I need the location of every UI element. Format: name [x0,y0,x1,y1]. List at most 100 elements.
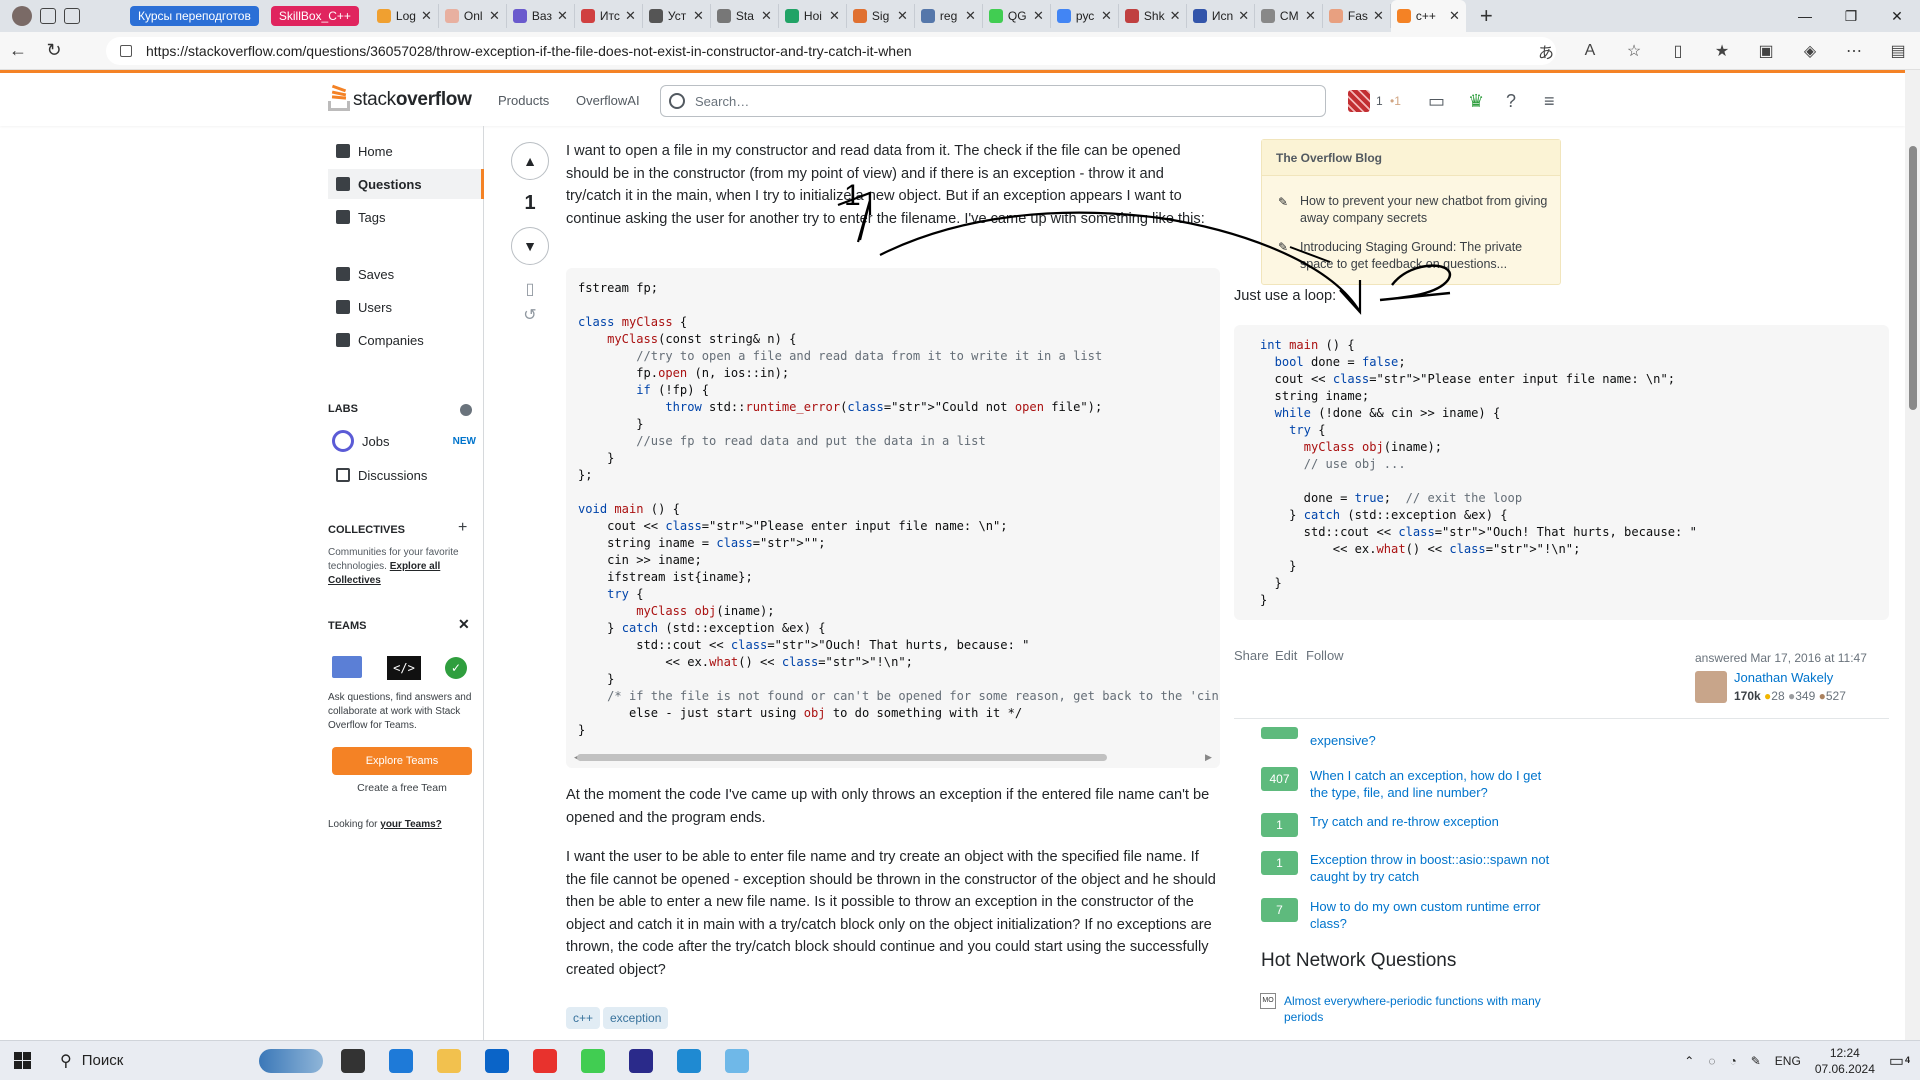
taskbar-app-app[interactable] [617,1041,665,1080]
taskbar-app-edge[interactable] [377,1041,425,1080]
taskbar-app-notepad[interactable] [713,1041,761,1080]
related-title[interactable]: How to do my own custom runtime error cl… [1310,898,1561,932]
close-tab-icon[interactable]: ✕ [489,8,500,24]
help-icon[interactable]: ? [1506,91,1516,112]
close-window-button[interactable]: ✕ [1874,0,1920,32]
tab-group-courses[interactable]: Курсы переподготов [130,6,259,26]
close-tab-icon[interactable]: ✕ [1373,8,1384,24]
user-avatar[interactable] [1348,90,1370,112]
url-field[interactable]: https://stackoverflow.com/questions/3605… [106,37,1556,65]
browser-tab[interactable]: Log ✕ [371,4,439,28]
follow-link[interactable]: Follow [1306,648,1344,663]
browser-tab[interactable]: Fas ✕ [1323,4,1391,28]
bookmark-icon[interactable]: ▯ [510,279,550,299]
sidebar-item-questions[interactable]: Questions [328,169,484,199]
close-tab-icon[interactable]: ✕ [761,8,772,24]
answer-code-block[interactable]: int main () { bool done = false; cout <<… [1234,325,1889,620]
lock-icon[interactable] [120,45,132,57]
language-indicator[interactable]: ENG [1775,1054,1801,1068]
close-tab-icon[interactable]: ✕ [1033,8,1044,24]
browser-tab[interactable]: Sig ✕ [847,4,915,28]
code-scrollbar[interactable] [577,754,1107,761]
search-input[interactable]: Search… [660,85,1326,117]
pen-icon[interactable]: ✎ [1751,1054,1761,1068]
network-icon[interactable]: ◌ [1708,1054,1715,1068]
taskbar-app-explorer[interactable] [425,1041,473,1080]
close-tab-icon[interactable]: ✕ [557,8,568,24]
related-title[interactable]: Try catch and re-throw exception [1310,813,1499,837]
browser-tab[interactable]: Итс ✕ [575,4,643,28]
close-tab-icon[interactable]: ✕ [625,8,636,24]
taskbar-app-task-view[interactable] [329,1041,377,1080]
restore-button[interactable]: ❐ [1828,0,1874,32]
wifi-icon[interactable]: ◔ [1729,1054,1736,1068]
read-aloud-icon[interactable]: A [1568,42,1612,60]
collections-icon[interactable]: ▣ [1744,41,1788,61]
history-icon[interactable]: ↺ [510,305,550,325]
answerer-avatar[interactable] [1695,671,1727,703]
add-collective-icon[interactable]: + [458,519,467,537]
sidebar-item-home[interactable]: Home [328,136,484,166]
blog-item[interactable]: Introducing Staging Ground: The private … [1300,239,1550,273]
refresh-icon[interactable]: ↻ [36,40,72,61]
related-item[interactable]: 7 How to do my own custom runtime error c… [1261,898,1561,932]
browser-tab[interactable]: Ноі ✕ [779,4,847,28]
related-item[interactable]: 1 Try catch and re-throw exception [1261,813,1561,837]
start-button[interactable] [0,1041,44,1080]
related-item[interactable]: expensive? [1261,727,1561,749]
stackoverflow-logo[interactable]: stackoverflow [328,84,472,111]
question-code-block[interactable]: fstream fp; class myClass { myClass(cons… [566,268,1220,768]
achievements-icon[interactable]: ♛ [1468,91,1484,112]
page-scrollbar[interactable] [1905,70,1920,1040]
clock[interactable]: 12:24 07.06.2024 [1815,1045,1875,1077]
tag-cpp[interactable]: c++ [566,1007,601,1029]
close-teams-icon[interactable]: ✕ [458,616,470,633]
close-tab-icon[interactable]: ✕ [421,8,432,24]
sidebar-item-companies[interactable]: Companies [328,325,484,355]
workspaces-icon[interactable] [40,8,56,24]
browser-tab[interactable]: Уст ✕ [643,4,711,28]
browser-tab[interactable]: Onl ✕ [439,4,507,28]
taskbar-app-mail[interactable] [473,1041,521,1080]
create-team-link[interactable]: Create a free Team [332,782,472,794]
browser-tab[interactable]: reg ✕ [915,4,983,28]
back-icon[interactable]: ← [0,40,36,61]
sidebar-item-jobs[interactable]: Jobs NEW [328,426,484,456]
related-title[interactable]: Exception throw in boost::asio::spawn no… [1310,851,1561,885]
close-tab-icon[interactable]: ✕ [693,8,704,24]
sidebar-item-tags[interactable]: Tags [328,202,484,232]
taskbar-app-vscode[interactable] [665,1041,713,1080]
site-switcher-icon[interactable]: ≡ [1544,91,1555,112]
answerer-name[interactable]: Jonathan Wakely [1734,670,1833,685]
sidebar-item-discussions[interactable]: Discussions [328,460,484,490]
scroll-right-icon[interactable]: ▶ [1205,752,1212,763]
close-tab-icon[interactable]: ✕ [1449,8,1460,24]
upvote-button[interactable]: ▲ [511,142,549,180]
downvote-button[interactable]: ▼ [511,227,549,265]
taskbar-app-yandex[interactable] [521,1041,569,1080]
sidebar-toggle-icon[interactable]: ▤ [1876,41,1920,61]
your-teams-link[interactable]: your Teams? [380,819,442,830]
profile-avatar[interactable] [12,6,32,26]
close-tab-icon[interactable]: ✕ [1305,8,1316,24]
scrollbar-thumb[interactable] [1909,146,1917,410]
favorites-icon[interactable]: ★ [1700,41,1744,61]
edit-link[interactable]: Edit [1275,648,1297,663]
nav-overflowai[interactable]: OverflowAI [576,93,640,108]
minimize-button[interactable]: — [1782,0,1828,32]
browser-tab[interactable]: Иcn ✕ [1187,4,1255,28]
tag-exception[interactable]: exception [603,1007,669,1029]
extensions-icon[interactable]: ◈ [1788,41,1832,61]
browser-tab[interactable]: CM ✕ [1255,4,1323,28]
browser-tab[interactable]: c++ ✕ [1390,0,1466,32]
inbox-icon[interactable]: ▭ [1428,91,1445,112]
tab-group-skillbox[interactable]: SkillBox_C++ [270,6,359,26]
sidebar-item-saves[interactable]: Saves [328,259,484,289]
browser-tab[interactable]: Ваз ✕ [507,4,575,28]
blog-item[interactable]: How to prevent your new chatbot from giv… [1300,193,1550,227]
close-tab-icon[interactable]: ✕ [829,8,840,24]
close-tab-icon[interactable]: ✕ [965,8,976,24]
nav-products[interactable]: Products [498,93,549,108]
close-tab-icon[interactable]: ✕ [1238,8,1249,24]
tab-actions-icon[interactable] [64,8,80,24]
